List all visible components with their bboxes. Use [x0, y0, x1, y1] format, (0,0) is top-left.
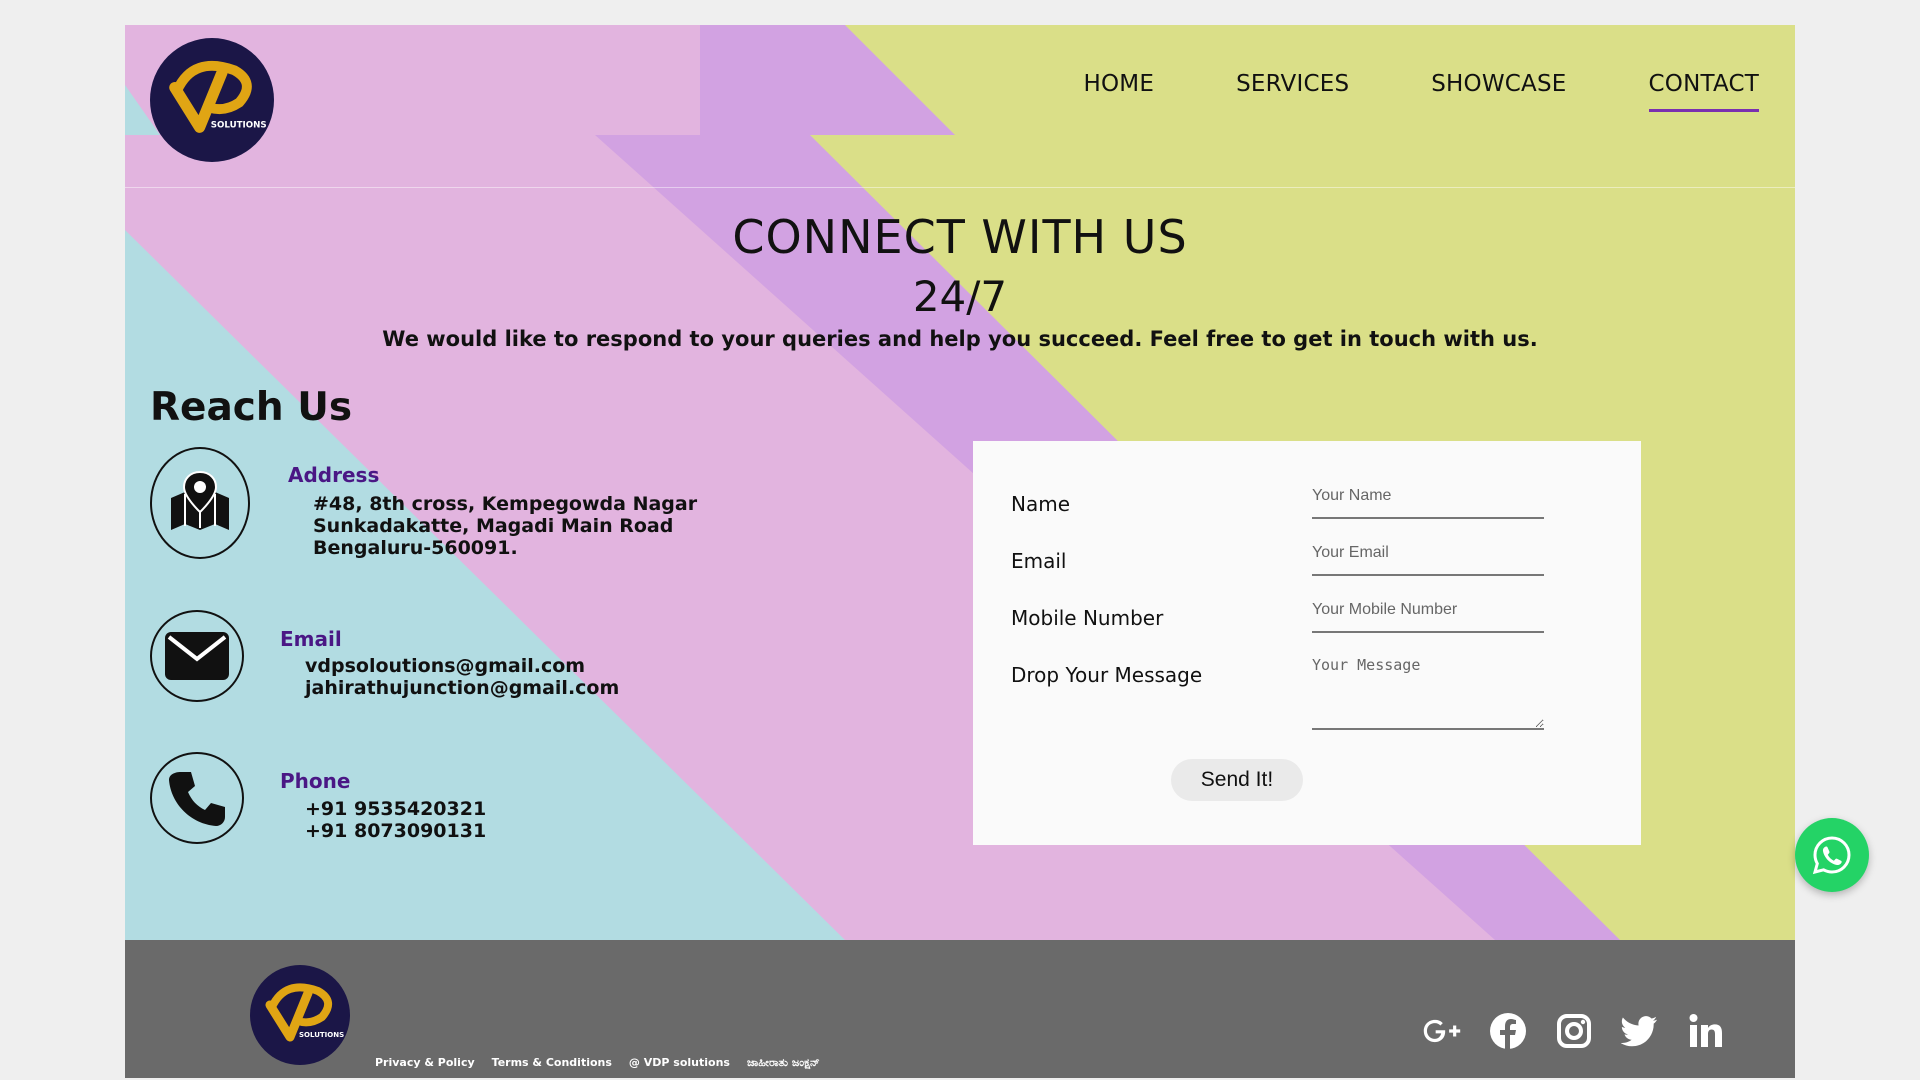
- nav-services[interactable]: SERVICES: [1236, 71, 1349, 112]
- whatsapp-button[interactable]: [1795, 818, 1869, 892]
- envelope-icon: [150, 610, 244, 702]
- kannada-brand-link[interactable]: ಜಾಹೀರಾತು ಜಂಕ್ಷನ್: [747, 1056, 820, 1070]
- logo-text: SOLUTIONS: [211, 120, 267, 130]
- nav-contact[interactable]: CONTACT: [1648, 71, 1759, 112]
- phone-heading: Phone: [280, 769, 351, 793]
- contact-form: Name Email Mobile Number Drop Your Messa…: [973, 441, 1641, 845]
- phone-lines: +91 9535420321 +91 8073090131: [305, 798, 486, 842]
- address-line: Sunkadakatte, Magadi Main Road: [313, 515, 674, 537]
- map-pin-icon: [150, 447, 250, 559]
- reach-us-title: Reach Us: [150, 385, 353, 430]
- facebook-icon[interactable]: [1489, 1012, 1527, 1050]
- address-line: #48, 8th cross, Kempegowda Nagar: [313, 493, 698, 515]
- address-line: Bengaluru-560091.: [313, 537, 518, 559]
- page: SOLUTIONS HOME SERVICES SHOWCASE CONTACT…: [125, 25, 1795, 1078]
- address-heading: Address: [288, 463, 380, 487]
- twitter-icon[interactable]: [1621, 1012, 1659, 1050]
- whatsapp-icon: [1812, 836, 1851, 875]
- linkedin-icon[interactable]: [1687, 1012, 1725, 1050]
- footer: SOLUTIONS Privacy & Policy Terms & Condi…: [125, 940, 1795, 1078]
- hero-title: CONNECT WITH US: [732, 210, 1188, 264]
- mobile-label: Mobile Number: [1011, 606, 1164, 630]
- email-heading: Email: [280, 627, 342, 651]
- privacy-link[interactable]: Privacy & Policy: [375, 1056, 475, 1070]
- hero-subtitle: 24/7: [912, 272, 1008, 321]
- logo-text: SOLUTIONS: [299, 1031, 344, 1039]
- instagram-icon[interactable]: [1555, 1012, 1593, 1050]
- message-label: Drop Your Message: [1011, 663, 1203, 687]
- google-plus-icon[interactable]: [1423, 1012, 1461, 1050]
- email-lines: vdpsoloutions@gmail.com jahirathujunctio…: [305, 655, 619, 699]
- phone-icon: [150, 752, 244, 844]
- phone-number[interactable]: +91 9535420321: [305, 798, 486, 820]
- nav-home[interactable]: HOME: [1084, 71, 1155, 112]
- send-button[interactable]: Send It!: [1171, 759, 1303, 801]
- main-nav: HOME SERVICES SHOWCASE CONTACT: [1084, 71, 1759, 112]
- email-address[interactable]: jahirathujunction@gmail.com: [305, 677, 619, 699]
- phone-number[interactable]: +91 8073090131: [305, 820, 486, 842]
- email-address[interactable]: vdpsoloutions@gmail.com: [305, 655, 619, 677]
- social-links: [1423, 1012, 1725, 1050]
- email-label: Email: [1011, 549, 1067, 573]
- header-divider: [125, 187, 1795, 188]
- mobile-field[interactable]: [1312, 597, 1544, 633]
- message-field[interactable]: [1312, 654, 1544, 730]
- copyright-link[interactable]: @ VDP solutions: [629, 1056, 730, 1070]
- name-label: Name: [1011, 492, 1071, 516]
- footer-links: Privacy & Policy Terms & Conditions @ VD…: [375, 1056, 820, 1070]
- nav-showcase[interactable]: SHOWCASE: [1431, 71, 1566, 112]
- terms-link[interactable]: Terms & Conditions: [492, 1056, 612, 1070]
- name-field[interactable]: [1312, 483, 1544, 519]
- hero-lead: We would like to respond to your queries…: [382, 327, 1538, 351]
- address-lines: #48, 8th cross, Kempegowda Nagar Sunkada…: [313, 493, 697, 559]
- footer-logo[interactable]: SOLUTIONS: [250, 965, 350, 1065]
- header-logo[interactable]: SOLUTIONS: [150, 38, 274, 162]
- email-field[interactable]: [1312, 540, 1544, 576]
